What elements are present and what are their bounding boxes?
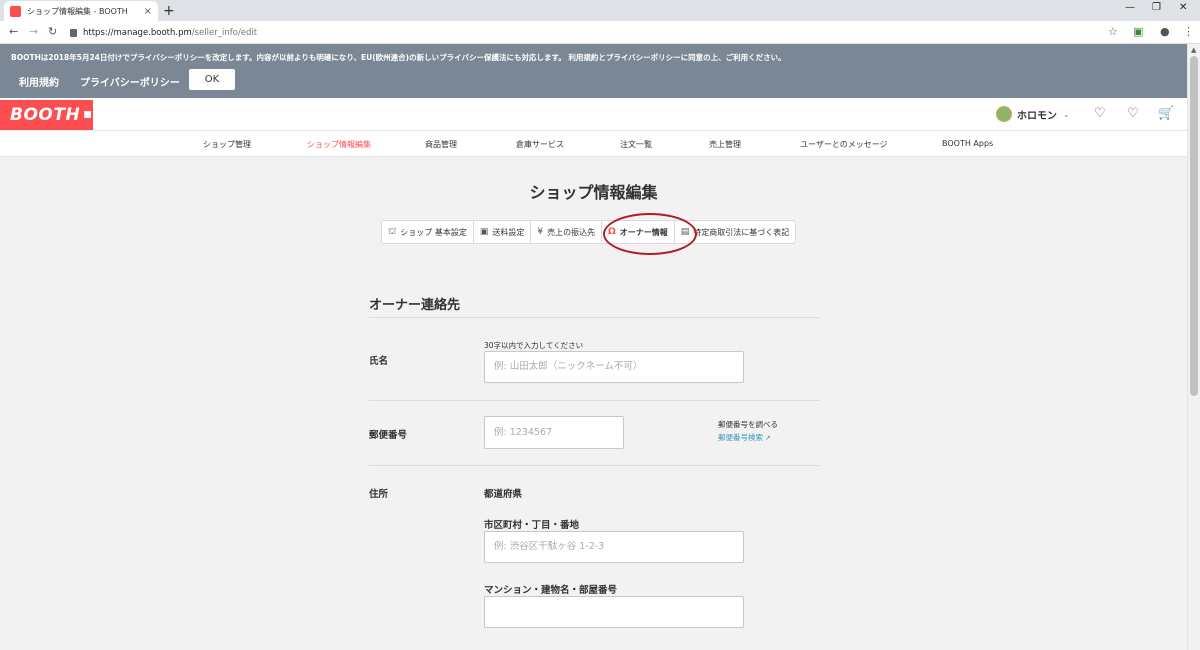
user-menu[interactable]: ホロモン ⌄	[996, 106, 1070, 122]
logo-text: BOOTH	[10, 105, 81, 125]
booth-logo[interactable]: BOOTH ■	[0, 100, 93, 130]
tab-shipping[interactable]: ▣ 送料設定	[474, 221, 532, 243]
subnav-warehouse[interactable]: 倉庫サービス	[516, 139, 564, 150]
postal-input[interactable]: 例: 1234567	[484, 416, 624, 449]
profile-icon[interactable]: ●	[1160, 25, 1170, 38]
banner-ok-button[interactable]: OK	[189, 69, 235, 90]
postal-label: 郵便番号	[369, 430, 408, 441]
subnav-messages[interactable]: ユーザーとのメッセージ	[800, 139, 888, 150]
page-scrollbar[interactable]: ▲	[1187, 44, 1200, 650]
bell-icon[interactable]: ♡	[1094, 106, 1106, 121]
tab-owner-info[interactable]: Ω オーナー情報	[602, 221, 675, 243]
reload-icon[interactable]: ↻	[48, 25, 57, 38]
heart-icon[interactable]: ♡	[1127, 106, 1139, 121]
banner-text: BOOTHは2018年5月24日付けでプライバシーポリシーを改定します。内容が以…	[11, 53, 786, 62]
star-icon[interactable]: ☆	[1108, 25, 1118, 38]
arrow-left-icon[interactable]: ←	[9, 25, 18, 38]
url-host: https://manage.booth.pm	[83, 27, 192, 38]
minimize-icon[interactable]: —	[1125, 2, 1135, 13]
window-close-icon[interactable]: ✕	[1179, 2, 1187, 13]
tab-label: 送料設定	[492, 227, 525, 237]
city-label: 市区町村・丁目・番地	[484, 520, 580, 531]
subnav-item-manage[interactable]: 商品管理	[425, 139, 457, 150]
subnav-booth-apps[interactable]: BOOTH Apps	[942, 139, 993, 148]
browser-toolbar: ← → ↻ https://manage.booth.pm/seller_inf…	[0, 21, 1200, 44]
tab-shop-basic[interactable]: ⛫ ショップ 基本設定	[382, 221, 474, 243]
browser-tab-title: ショップ情報編集 - BOOTH	[27, 6, 128, 16]
tab-label: 売上の振込先	[547, 227, 596, 237]
scroll-up-icon[interactable]: ▲	[1191, 46, 1196, 54]
settings-tabs: ⛫ ショップ 基本設定 ▣ 送料設定 ¥ 売上の振込先 Ω オーナー情報 ▤ 特…	[381, 220, 797, 244]
tab-close-icon[interactable]: ×	[144, 6, 152, 17]
yen-icon: ¥	[537, 227, 544, 237]
prefecture-label: 都道府県	[484, 489, 523, 500]
subnav-shop-manage[interactable]: ショップ管理	[203, 139, 251, 150]
external-link-icon: ↗	[765, 434, 771, 442]
arrow-right-icon[interactable]: →	[29, 25, 38, 38]
privacy-policy-link[interactable]: プライバシーポリシー	[80, 74, 180, 89]
page-title: ショップ情報編集	[529, 183, 658, 202]
user-name: ホロモン	[1017, 110, 1057, 122]
city-input[interactable]: 例: 渋谷区千駄ヶ谷 1-2-3	[484, 531, 744, 563]
name-input[interactable]: 例: 山田太郎（ニックネーム不可）	[484, 351, 744, 383]
site-header: BOOTH ■ ホロモン ⌄ ♡ ♡ 🛒	[0, 98, 1187, 131]
postal-lookup-title: 郵便番号を調べる	[718, 420, 778, 429]
tab-payout[interactable]: ¥ 売上の振込先	[531, 221, 603, 243]
new-tab-icon[interactable]: +	[163, 3, 175, 19]
divider	[369, 400, 820, 401]
subnav-orders[interactable]: 注文一覧	[620, 139, 652, 150]
restore-icon[interactable]: ❐	[1152, 2, 1161, 13]
tab-label: ショップ 基本設定	[400, 227, 467, 237]
tab-commerce-law[interactable]: ▤ 特定商取引法に基づく表記	[675, 221, 796, 243]
address-bar[interactable]: https://manage.booth.pm/seller_info/edit	[66, 24, 1106, 41]
tab-label: 特定商取引法に基づく表記	[693, 227, 790, 237]
name-label: 氏名	[369, 356, 389, 367]
scroll-thumb[interactable]	[1190, 56, 1198, 396]
postal-lookup-link[interactable]: 郵便番号検索 ↗	[718, 432, 771, 443]
tab-label: オーナー情報	[619, 227, 668, 237]
subnav-sales[interactable]: 売上管理	[709, 139, 741, 150]
lock-icon	[70, 28, 77, 37]
booth-favicon-icon	[10, 5, 21, 17]
chevron-down-icon: ⌄	[1063, 109, 1070, 119]
avatar	[996, 106, 1012, 122]
divider	[369, 317, 820, 318]
truck-icon: ▣	[479, 227, 489, 237]
postal-lookup-link-text: 郵便番号検索	[718, 433, 763, 442]
extension-icon[interactable]: ▣	[1133, 25, 1143, 38]
building-label: マンション・建物名・部屋番号	[484, 585, 618, 596]
browser-tab[interactable]: ショップ情報編集 - BOOTH ×	[4, 1, 158, 21]
kebab-menu-icon[interactable]: ⋮	[1183, 25, 1194, 38]
subnav-shop-info-edit[interactable]: ショップ情報編集	[307, 139, 371, 150]
name-hint: 30字以内で入力してください	[484, 341, 584, 350]
building-input[interactable]	[484, 596, 744, 628]
cart-icon[interactable]: 🛒	[1158, 106, 1174, 121]
seller-subnav: ショップ管理 ショップ情報編集 商品管理 倉庫サービス 注文一覧 売上管理 ユー…	[0, 131, 1187, 157]
document-icon: ▤	[680, 227, 690, 237]
privacy-banner: BOOTHは2018年5月24日付けでプライバシーポリシーを改定します。内容が以…	[0, 44, 1187, 98]
terms-link[interactable]: 利用規約	[19, 74, 59, 89]
shop-icon: ⛫	[388, 226, 397, 237]
divider	[369, 465, 820, 466]
logo-paw-icon: ■	[83, 110, 93, 120]
browser-tabbar: ショップ情報編集 - BOOTH × + — ❐ ✕	[0, 0, 1200, 21]
person-icon: Ω	[608, 227, 616, 237]
url-path: /seller_info/edit	[191, 27, 258, 38]
section-title: オーナー連絡先	[369, 298, 461, 313]
address-label: 住所	[369, 489, 389, 500]
